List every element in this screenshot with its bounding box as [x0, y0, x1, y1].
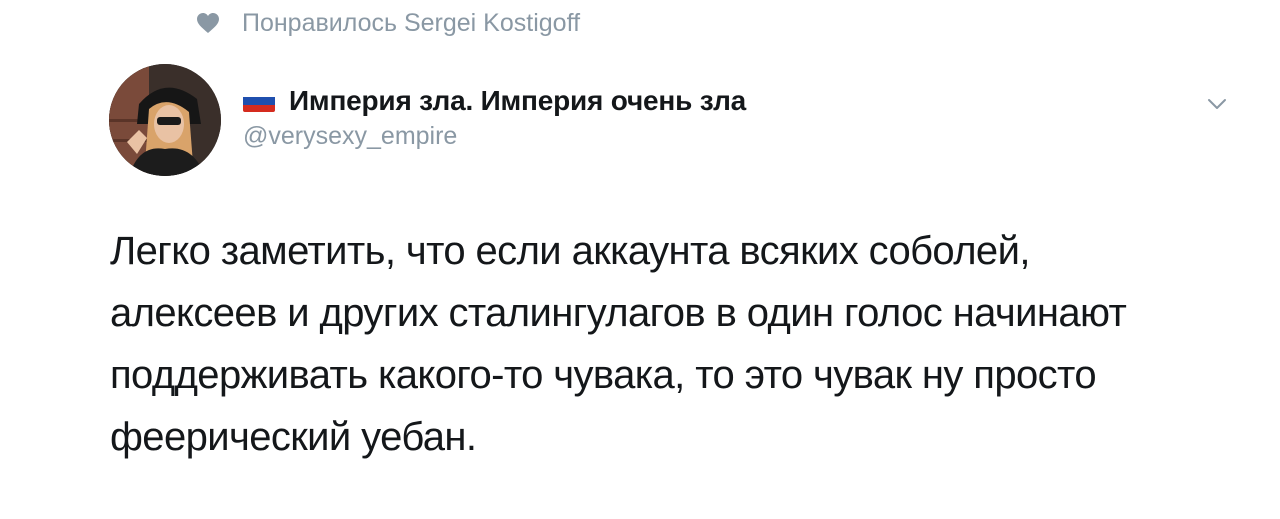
tweet-text: Легко заметить, что если аккаунта всяких…	[110, 229, 1127, 459]
author-display-name[interactable]: Империя зла. Империя очень зла	[289, 85, 746, 117]
avatar-image	[109, 64, 221, 176]
chevron-down-icon[interactable]	[1204, 94, 1230, 114]
author-handle[interactable]: @verysexy_empire	[243, 122, 746, 151]
russia-flag-icon	[243, 90, 275, 112]
liked-by-banner[interactable]: Понравилось Sergei Kostigoff	[196, 8, 580, 38]
author-avatar[interactable]	[109, 64, 221, 176]
tweet-header: Империя зла. Империя очень зла @verysexy…	[243, 84, 746, 151]
liked-by-text: Понравилось Sergei Kostigoff	[242, 8, 581, 37]
heart-icon	[196, 12, 220, 34]
author-name-row[interactable]: Империя зла. Империя очень зла	[243, 84, 746, 118]
